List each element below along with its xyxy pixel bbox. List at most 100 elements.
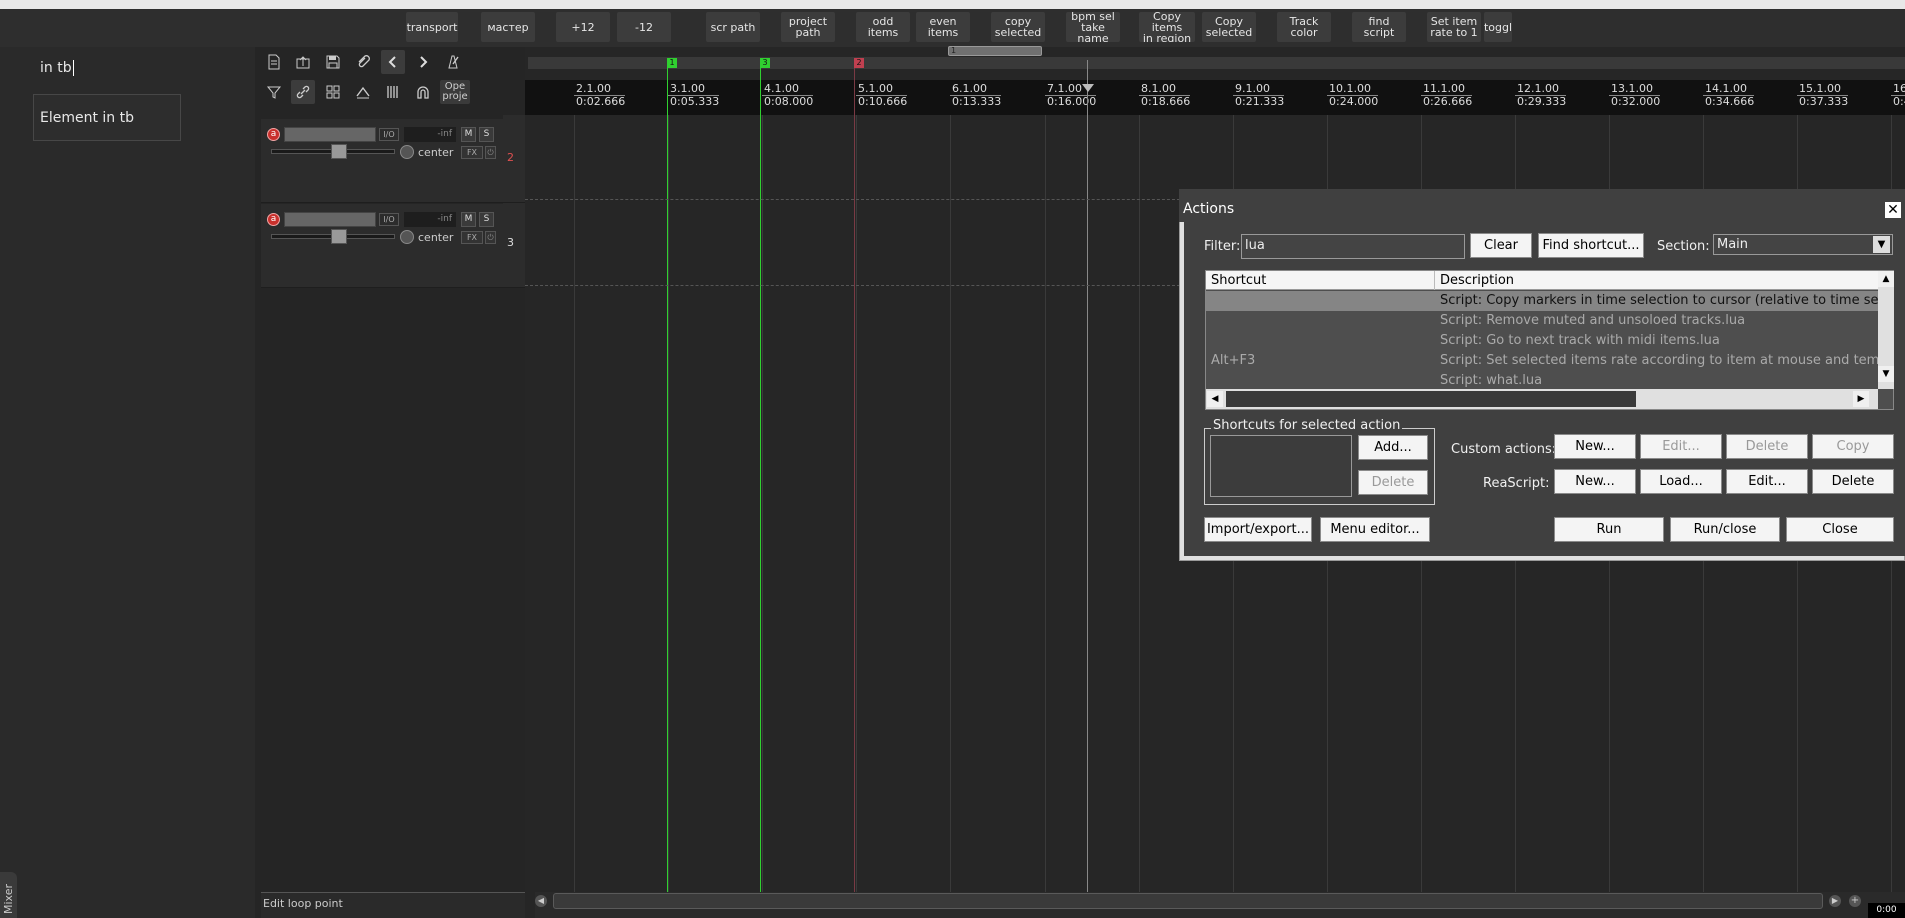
toolbar-button-master[interactable]: мастер (481, 12, 535, 42)
column-header-shortcut[interactable]: Shortcut (1206, 271, 1435, 290)
toolbar-button-plus12[interactable]: +12 (556, 12, 610, 42)
find-shortcut-button[interactable]: Find shortcut... (1538, 233, 1644, 258)
toolbar-button-bpm-sel[interactable]: bpm sel take name (1066, 12, 1120, 42)
toolbar-button-transport[interactable]: transport (406, 12, 458, 42)
column-header-description[interactable]: Description (1435, 271, 1878, 290)
table-row[interactable]: Script: Copy markers in time selection t… (1206, 291, 1878, 311)
clear-button[interactable]: Clear (1470, 233, 1532, 258)
volume-fader-knob[interactable] (331, 229, 347, 244)
shortcuts-list[interactable] (1210, 435, 1352, 497)
add-shortcut-button[interactable]: Add... (1358, 435, 1428, 460)
link-icon[interactable] (291, 80, 315, 104)
record-arm-button[interactable]: a (267, 213, 280, 226)
actions-dialog-titlebar[interactable]: Actions (1179, 189, 1905, 222)
toolbar-button-track-color[interactable]: Track color (1277, 12, 1331, 42)
scroll-left-icon[interactable]: ◀ (1207, 391, 1223, 407)
mixer-tab[interactable]: Mixer (0, 872, 17, 918)
marker-flag[interactable]: 3 (760, 58, 770, 68)
io-button[interactable]: I/O (379, 213, 399, 226)
close-icon[interactable]: ✕ (1885, 202, 1901, 218)
custom-delete-button[interactable]: Delete (1726, 434, 1808, 459)
delete-shortcut-button[interactable]: Delete (1358, 470, 1428, 495)
custom-edit-button[interactable]: Edit... (1640, 434, 1722, 459)
solo-button[interactable]: S (479, 212, 494, 227)
table-row[interactable]: Script: Remove muted and unsoloed tracks… (1206, 311, 1878, 331)
toolbar-button-set-item-rate[interactable]: Set item rate to 1 (1427, 12, 1481, 42)
custom-copy-button[interactable]: Copy (1812, 434, 1894, 459)
table-row[interactable]: Script: Go to next track with midi items… (1206, 331, 1878, 351)
toolbar-button-scr-path[interactable]: scr path (706, 12, 760, 42)
track-row[interactable]: a I/O -inf M S center FX ⏻ 2 (261, 119, 525, 203)
snap-magnet-icon[interactable] (411, 80, 435, 104)
pan-knob[interactable] (400, 145, 414, 159)
pan-knob[interactable] (400, 230, 414, 244)
scroll-up-icon[interactable]: ▲ (1878, 271, 1894, 287)
table-row[interactable]: Script: what.lua (1206, 371, 1878, 389)
toolbar-button-find-script[interactable]: find script (1352, 12, 1406, 42)
chevron-down-icon[interactable]: ▼ (1873, 236, 1890, 253)
scroll-right-icon[interactable]: ▶ (1829, 895, 1841, 907)
track-name-field[interactable] (284, 212, 376, 227)
section-select[interactable]: Main (1713, 234, 1893, 255)
filter-icon[interactable] (262, 80, 286, 104)
new-project-icon[interactable] (262, 50, 286, 74)
mute-button[interactable]: M (461, 212, 476, 227)
ruler-time-label: 0:18.666 (1141, 95, 1191, 108)
reascript-delete-button[interactable]: Delete (1812, 469, 1894, 494)
save-icon[interactable] (321, 50, 345, 74)
import-export-button[interactable]: Import/export... (1204, 517, 1312, 542)
fx-power-icon[interactable]: ⏻ (485, 231, 496, 244)
fx-button[interactable]: FX (461, 146, 483, 159)
menu-editor-button[interactable]: Menu editor... (1320, 517, 1430, 542)
redo-icon[interactable] (411, 50, 435, 74)
run-close-button[interactable]: Run/close (1670, 517, 1780, 542)
toolbar-button-copy-items-region[interactable]: Copy items in region (1139, 12, 1195, 42)
open-project-button[interactable]: Ope proje (440, 80, 470, 104)
close-button[interactable]: Close (1786, 517, 1894, 542)
filter-input[interactable]: lua (1241, 234, 1465, 259)
reascript-load-button[interactable]: Load... (1640, 469, 1722, 494)
fx-button[interactable]: FX (461, 231, 483, 244)
edit-cursor-icon[interactable] (1082, 84, 1094, 92)
toolbar-button-project-path[interactable]: project path (781, 12, 835, 42)
volume-fader-knob[interactable] (331, 144, 347, 159)
scroll-right-icon[interactable]: ▶ (1853, 391, 1869, 407)
fx-power-icon[interactable]: ⏻ (485, 146, 496, 159)
custom-new-button[interactable]: New... (1554, 434, 1636, 459)
solo-button[interactable]: S (479, 127, 494, 142)
toolbar-button-toggle[interactable]: toggl (1484, 12, 1512, 42)
paperclip-icon[interactable] (351, 50, 375, 74)
run-button[interactable]: Run (1554, 517, 1664, 542)
toolbar-button-even-items[interactable]: even items (916, 12, 970, 42)
scroll-left-icon[interactable]: ◀ (535, 895, 547, 907)
track-divider (525, 285, 1185, 286)
track-row[interactable]: a I/O -inf M S center FX ⏻ 3 (261, 204, 525, 288)
reascript-edit-button[interactable]: Edit... (1726, 469, 1808, 494)
envelope-icon[interactable] (351, 80, 375, 104)
io-button[interactable]: I/O (379, 128, 399, 141)
region-block[interactable]: 1 (948, 46, 1042, 56)
marker-flag[interactable]: 2 (854, 58, 864, 68)
marker-flag[interactable]: 1 (667, 58, 677, 68)
ripple-icon[interactable] (381, 80, 405, 104)
metronome-icon[interactable] (441, 50, 465, 74)
reascript-new-button[interactable]: New... (1554, 469, 1636, 494)
toolbar-button-odd-items[interactable]: odd items (856, 12, 910, 42)
open-icon[interactable] (291, 50, 315, 74)
arrange-scroll-thumb[interactable] (553, 893, 1823, 909)
toolbar-button-minus12[interactable]: -12 (617, 12, 671, 42)
hscroll-thumb[interactable] (1226, 391, 1636, 407)
grid-icon[interactable] (321, 80, 345, 104)
scroll-down-icon[interactable]: ▼ (1878, 366, 1894, 382)
record-arm-button[interactable]: a (267, 128, 280, 141)
search-input[interactable]: in tb (40, 60, 74, 76)
undo-icon[interactable] (381, 50, 405, 74)
table-row[interactable]: Alt+F3 Script: Set selected items rate ac… (1206, 351, 1878, 371)
toolbar-button-copy-selected-2[interactable]: Copy selected (1202, 12, 1256, 42)
marker-region-lane[interactable] (528, 57, 1905, 69)
track-name-field[interactable] (284, 127, 376, 142)
timeline-ruler[interactable] (525, 80, 1905, 115)
mute-button[interactable]: M (461, 127, 476, 142)
zoom-in-icon[interactable]: + (1849, 895, 1861, 907)
toolbar-button-copy-selected[interactable]: copy selected (991, 12, 1045, 42)
